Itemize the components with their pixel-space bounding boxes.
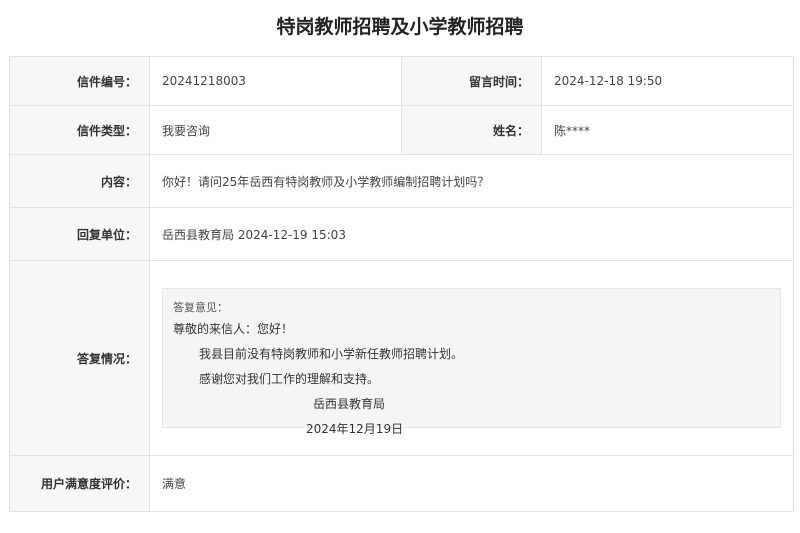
- content-label: 内容：: [9, 154, 150, 208]
- reply-box: 答复意见： 尊敬的来信人：您好！ 我县目前没有特岗教师和小学新任教师招聘计划。 …: [162, 288, 781, 436]
- reply-cell: 答复意见： 尊敬的来信人：您好！ 我县目前没有特岗教师和小学新任教师招聘计划。 …: [149, 260, 794, 456]
- letter-detail-table: 信件编号： 20241218003 留言时间： 2024-12-18 19:50…: [9, 56, 794, 512]
- reply-head: 答复意见：: [173, 301, 228, 314]
- letter-type-label: 信件类型：: [9, 105, 150, 155]
- rating-value: 满意: [149, 455, 794, 512]
- reply-signature: 岳西县教育局: [313, 397, 386, 411]
- row-reply-unit: 回复单位： 岳西县教育局 2024-12-19 15:03: [9, 207, 794, 261]
- reply-unit-label: 回复单位：: [9, 207, 150, 261]
- msg-time-value: 2024-12-18 19:50: [541, 56, 794, 106]
- row-rating: 用户满意度评价： 满意: [9, 455, 794, 512]
- reply-greeting: 尊敬的来信人：您好！: [173, 322, 294, 336]
- row-reply: 答复情况： 答复意见： 尊敬的来信人：您好！ 我县目前没有特岗教师和小学新任教师…: [9, 260, 794, 456]
- letter-no-label: 信件编号：: [9, 56, 150, 106]
- content-value: 你好！请问25年岳西有特岗教师及小学教师编制招聘计划吗？: [149, 154, 794, 208]
- row-letter-type: 信件类型： 我要咨询 姓名： 陈****: [9, 105, 794, 155]
- reply-unit-value: 岳西县教育局 2024-12-19 15:03: [149, 207, 794, 261]
- letter-no-value: 20241218003: [149, 56, 402, 106]
- row-letter-no: 信件编号： 20241218003 留言时间： 2024-12-18 19:50: [9, 56, 794, 106]
- name-value: 陈****: [541, 105, 794, 155]
- reply-line-2: 感谢您对我们工作的理解和支持。: [199, 372, 380, 386]
- reply-line-1: 我县目前没有特岗教师和小学新任教师招聘计划。: [199, 347, 464, 361]
- msg-time-label: 留言时间：: [401, 56, 542, 106]
- name-label: 姓名：: [401, 105, 542, 155]
- reply-date: 2024年12月19日: [306, 422, 404, 436]
- page-title: 特岗教师招聘及小学教师招聘: [276, 16, 524, 38]
- reply-label: 答复情况：: [9, 260, 150, 456]
- letter-type-value: 我要咨询: [149, 105, 402, 155]
- row-content: 内容： 你好！请问25年岳西有特岗教师及小学教师编制招聘计划吗？: [9, 154, 794, 208]
- rating-label: 用户满意度评价：: [9, 455, 150, 512]
